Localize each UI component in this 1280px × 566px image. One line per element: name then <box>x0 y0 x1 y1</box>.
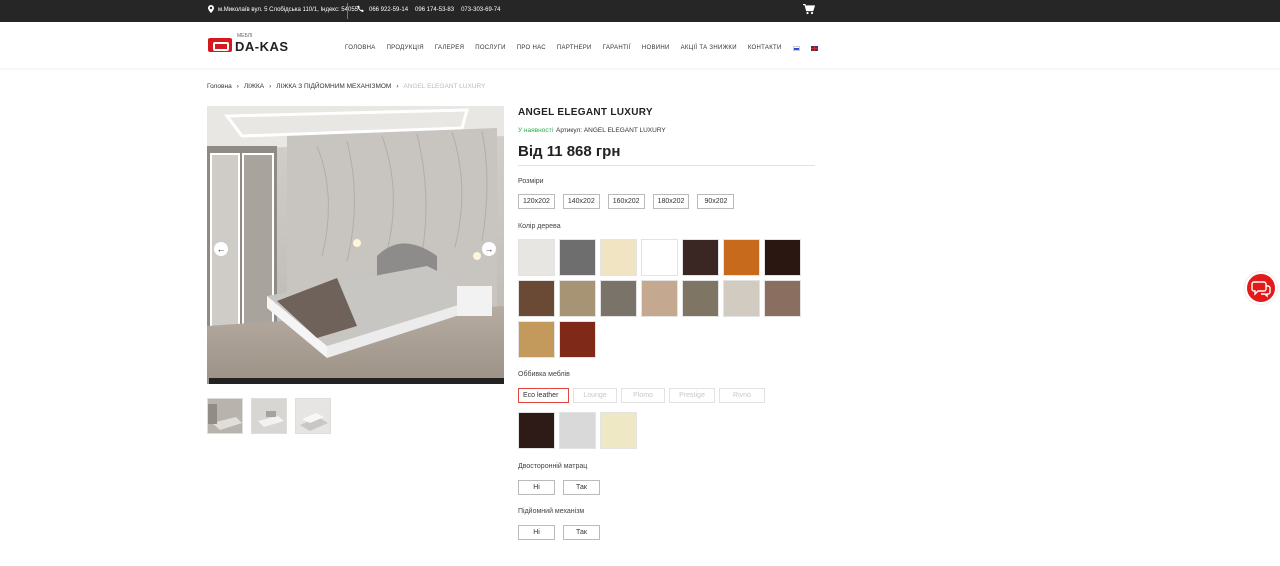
size-options: 120x202 140x202 160x202 180x202 90x202 <box>518 194 735 209</box>
wood-color-swatch[interactable] <box>723 239 760 276</box>
product-main-image[interactable] <box>207 106 504 384</box>
chevron-right-icon: › <box>396 83 399 90</box>
divider <box>347 3 348 19</box>
upholstery-option[interactable]: Lounge <box>573 388 617 403</box>
location-icon <box>208 5 214 15</box>
phone-icon <box>357 5 365 15</box>
chat-icon <box>1247 281 1275 306</box>
logo-text: DA-KAS <box>235 39 289 54</box>
size-option[interactable]: 180x202 <box>652 194 690 209</box>
upholstery-color-swatches <box>518 412 637 449</box>
phones: 066 922-59-14 096 174-53-83 073-303-69-7… <box>357 5 503 15</box>
flag-ru-icon[interactable] <box>792 46 800 51</box>
size-option[interactable]: 90x202 <box>697 194 735 209</box>
mattress-option-yes[interactable]: Так <box>563 480 600 495</box>
wood-color-swatch[interactable] <box>559 239 596 276</box>
wood-color-swatch[interactable] <box>518 280 555 317</box>
nav-about[interactable]: ПРО НАС <box>517 45 546 51</box>
upholstery-option[interactable]: Eco leather <box>518 388 569 403</box>
divider <box>518 165 815 166</box>
product-title: ANGEL ELEGANT LUXURY <box>518 107 653 118</box>
mattress-label: Двосторонній матрац <box>518 463 588 470</box>
nav-news[interactable]: НОВИНИ <box>642 45 670 51</box>
mechanism-options: Ні Так <box>518 525 600 540</box>
main-nav: ГОЛОВНА ПРОДУКЦІЯ ГАЛЕРЕЯ ПОСЛУГИ ПРО НА… <box>345 45 818 51</box>
wood-color-swatch[interactable] <box>559 321 596 358</box>
wood-color-swatches <box>518 239 801 358</box>
breadcrumb-lift-beds[interactable]: ЛІЖКА З ПІДЙОМНИМ МЕХАНІЗМОМ <box>276 83 391 90</box>
upholstery-color-swatch[interactable] <box>518 412 555 449</box>
wood-color-swatch[interactable] <box>600 280 637 317</box>
mattress-options: Ні Так <box>518 480 600 495</box>
phone-link[interactable]: 096 174-53-83 <box>415 7 454 13</box>
top-bar: м.Миколаїв вул. 5 Слобідська 110/1, Інде… <box>0 0 1280 22</box>
logo-mark <box>208 37 232 52</box>
product-sku: Артикул: ANGEL ELEGANT LUXURY <box>556 127 666 134</box>
thumbnail[interactable] <box>295 398 331 434</box>
wood-color-swatch[interactable] <box>764 239 801 276</box>
breadcrumb-home[interactable]: Головна <box>207 83 232 90</box>
wood-color-label: Колір дерева <box>518 223 561 230</box>
prev-arrow-icon[interactable]: ← <box>214 242 228 256</box>
mechanism-option-no[interactable]: Ні <box>518 525 555 540</box>
sizes-label: Розміри <box>518 178 544 185</box>
chat-widget-button[interactable] <box>1245 272 1277 304</box>
upholstery-option[interactable]: Plomo <box>621 388 665 403</box>
phone-link[interactable]: 073-303-69-74 <box>461 7 500 13</box>
next-arrow-icon[interactable]: → <box>482 242 496 256</box>
chevron-right-icon: › <box>236 83 239 90</box>
breadcrumb-current: ANGEL ELEGANT LUXURY <box>403 83 486 90</box>
thumbnail-strip <box>207 398 331 434</box>
nav-partners[interactable]: ПАРТНЕРИ <box>557 45 592 51</box>
wood-color-swatch[interactable] <box>682 280 719 317</box>
wood-color-swatch[interactable] <box>641 239 678 276</box>
nav-services[interactable]: ПОСЛУГИ <box>475 45 506 51</box>
product-price: Від 11 868 грн <box>518 143 621 160</box>
wood-color-swatch[interactable] <box>764 280 801 317</box>
nav-promotions[interactable]: АКЦІЇ ТА ЗНИЖКИ <box>681 45 737 51</box>
wood-color-swatch[interactable] <box>723 280 760 317</box>
nav-guarantees[interactable]: ГАРАНТІЇ <box>603 45 631 51</box>
upholstery-color-swatch[interactable] <box>559 412 596 449</box>
chevron-right-icon: › <box>269 83 272 90</box>
nav-gallery[interactable]: ГАЛЕРЕЯ <box>435 45 464 51</box>
phone-link[interactable]: 066 922-59-14 <box>369 7 408 13</box>
stock-status: У наявності <box>518 127 553 134</box>
wood-color-swatch[interactable] <box>641 280 678 317</box>
wood-color-swatch[interactable] <box>682 239 719 276</box>
nav-contacts[interactable]: КОНТАКТИ <box>748 45 782 51</box>
thumbnail[interactable] <box>207 398 243 434</box>
wood-color-swatch[interactable] <box>518 239 555 276</box>
cart-icon[interactable] <box>803 3 816 17</box>
flag-gb-icon[interactable] <box>810 46 818 51</box>
address-text: м.Миколаїв вул. 5 Слобідська 110/1, Інде… <box>218 7 358 13</box>
breadcrumb-beds[interactable]: ЛІЖКА <box>244 83 264 90</box>
breadcrumb: Головна › ЛІЖКА › ЛІЖКА З ПІДЙОМНИМ МЕХА… <box>207 83 485 90</box>
upholstery-color-swatch[interactable] <box>600 412 637 449</box>
wood-color-swatch[interactable] <box>559 280 596 317</box>
site-header: МЕБЛІ DA-KAS ГОЛОВНА ПРОДУКЦІЯ ГАЛЕРЕЯ П… <box>0 22 1280 68</box>
mechanism-option-yes[interactable]: Так <box>563 525 600 540</box>
size-option[interactable]: 140x202 <box>562 194 600 209</box>
nav-products[interactable]: ПРОДУКЦІЯ <box>387 45 424 51</box>
nav-home[interactable]: ГОЛОВНА <box>345 45 376 51</box>
mechanism-label: Підйомний механізм <box>518 508 585 515</box>
thumbnail[interactable] <box>251 398 287 434</box>
upholstery-option[interactable]: Rivno <box>719 388 765 403</box>
upholstery-option[interactable]: Prestige <box>669 388 715 403</box>
logo[interactable]: МЕБЛІ DA-KAS <box>208 33 293 54</box>
mattress-option-no[interactable]: Ні <box>518 480 555 495</box>
address: м.Миколаїв вул. 5 Слобідська 110/1, Інде… <box>208 5 358 15</box>
upholstery-label: Оббивка меблів <box>518 371 570 378</box>
wood-color-swatch[interactable] <box>518 321 555 358</box>
wood-color-swatch[interactable] <box>600 239 637 276</box>
size-option[interactable]: 120x202 <box>518 194 555 209</box>
size-option[interactable]: 160x202 <box>607 194 645 209</box>
upholstery-options: Eco leather Lounge Plomo Prestige Rivno <box>518 388 765 403</box>
